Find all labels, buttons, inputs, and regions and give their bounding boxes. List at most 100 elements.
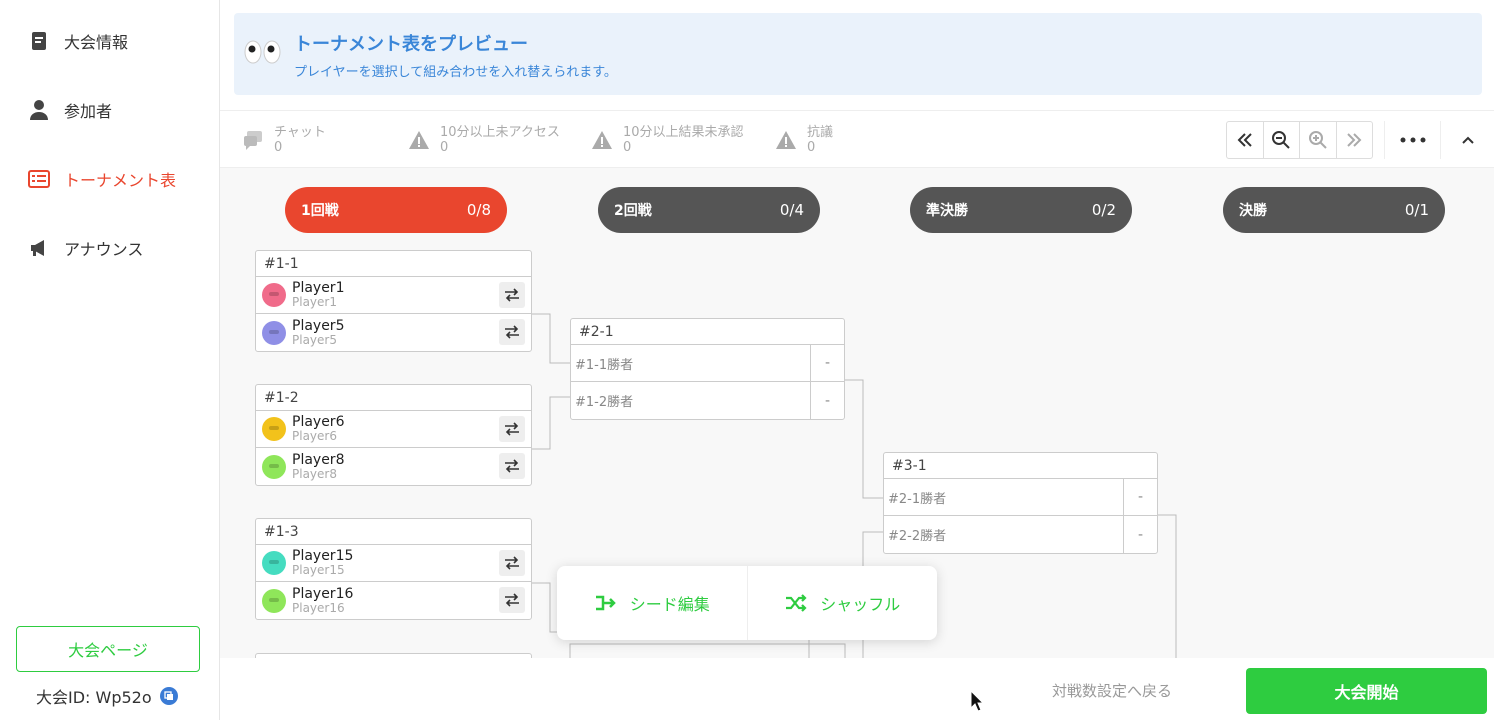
round-count: 0/2 bbox=[1091, 201, 1116, 219]
copy-icon[interactable] bbox=[159, 687, 178, 705]
round-header-1[interactable]: 1回戦 0/8 bbox=[285, 187, 507, 233]
winner-slot[interactable]: #1-1勝者 - bbox=[571, 345, 844, 382]
winner-slot[interactable]: #2-1勝者 - bbox=[884, 479, 1157, 516]
avatar bbox=[262, 551, 286, 575]
player-sub: Player6 bbox=[292, 429, 337, 443]
swap-button[interactable] bbox=[499, 319, 525, 345]
stat-value: 0 bbox=[440, 140, 449, 155]
round-name: 決勝 bbox=[1239, 203, 1267, 219]
slot-score: - bbox=[1123, 479, 1157, 515]
slot-score: - bbox=[810, 345, 844, 381]
swap-icon bbox=[505, 325, 519, 339]
player-slot[interactable]: Player5 Player5 bbox=[256, 314, 531, 351]
preview-banner: トーナメント表をプレビュー プレイヤーを選択して組み合わせを入れ替えられます。 bbox=[234, 13, 1482, 95]
seed-edit-icon bbox=[595, 595, 616, 611]
player-slot[interactable]: Player6 Player6 bbox=[256, 411, 531, 448]
sidebar: 大会情報 参加者 トーナメント表 アナウンス 大会ページ 大会ID: Wp52o bbox=[0, 0, 220, 720]
player-name: Player6 bbox=[292, 414, 345, 430]
bracket-icon bbox=[28, 168, 50, 190]
shuffle-button[interactable]: シャッフル bbox=[748, 566, 938, 640]
player-slot[interactable]: Player16 Player16 bbox=[256, 582, 531, 619]
player-sub: Player1 bbox=[292, 295, 337, 309]
zoom-out-button[interactable] bbox=[1264, 122, 1300, 158]
sidebar-item-bracket[interactable]: トーナメント表 bbox=[28, 164, 176, 194]
match-1-1: #1-1 Player1 Player1 Player5 Player5 bbox=[255, 250, 532, 352]
sidebar-item-label: 参加者 bbox=[64, 102, 113, 121]
swap-button[interactable] bbox=[499, 453, 525, 479]
player-name: Player16 bbox=[292, 585, 354, 602]
stat-unapproved[interactable]: 10分以上結果未承認 0 bbox=[591, 125, 744, 155]
stat-label: 10分以上結果未承認 bbox=[623, 125, 744, 140]
zoom-in-button[interactable] bbox=[1300, 122, 1337, 158]
stat-chat[interactable]: チャット 0 bbox=[242, 125, 326, 155]
player-name: Player5 bbox=[292, 317, 345, 334]
slot-score: - bbox=[1123, 516, 1157, 553]
match-id: #1-3 bbox=[256, 519, 531, 545]
slot-name: #1-2勝者 bbox=[575, 395, 634, 410]
winner-slot[interactable]: #2-2勝者 - bbox=[884, 516, 1157, 553]
match-id: #3-1 bbox=[884, 453, 1157, 479]
sidebar-item-participants[interactable]: 参加者 bbox=[28, 95, 112, 125]
slot-score: - bbox=[810, 382, 844, 419]
avatar bbox=[262, 588, 286, 613]
stat-no-access[interactable]: 10分以上未アクセス 0 bbox=[408, 125, 560, 155]
avatar bbox=[262, 417, 286, 441]
round-count: 0/1 bbox=[1404, 201, 1429, 219]
tournament-page-button[interactable]: 大会ページ bbox=[16, 626, 200, 672]
warning-icon bbox=[408, 129, 430, 151]
swap-button[interactable] bbox=[499, 416, 525, 442]
player-slot[interactable]: Player15 Player15 bbox=[256, 545, 531, 582]
player-sub: Player8 bbox=[292, 466, 337, 481]
round-name: 2回戦 bbox=[614, 203, 652, 219]
seed-edit-button[interactable]: シード編集 bbox=[557, 566, 748, 640]
start-tournament-button[interactable]: 大会開始 bbox=[1246, 668, 1487, 714]
seed-edit-label: シード編集 bbox=[629, 595, 710, 614]
swap-button[interactable] bbox=[499, 550, 525, 576]
mouse-cursor-icon bbox=[970, 690, 984, 712]
winner-slot[interactable]: #1-2勝者 - bbox=[571, 382, 844, 419]
round-count: 0/4 bbox=[779, 201, 804, 219]
scroll-right-button[interactable] bbox=[1337, 122, 1373, 158]
banner-subtitle: プレイヤーを選択して組み合わせを入れ替えられます。 bbox=[294, 65, 617, 80]
player-sub: Player16 bbox=[292, 600, 345, 615]
player-slot[interactable]: Player8 Player8 bbox=[256, 448, 531, 485]
player-name: Player8 bbox=[292, 451, 345, 468]
avatar bbox=[262, 320, 286, 345]
match-3-1: #3-1 #2-1勝者 - #2-2勝者 - bbox=[883, 452, 1158, 554]
back-to-match-settings-link[interactable]: 対戦数設定へ戻る bbox=[1052, 680, 1172, 701]
warning-icon bbox=[591, 129, 613, 151]
match-id: #2-1 bbox=[571, 319, 844, 345]
slot-name: #2-1勝者 bbox=[888, 491, 947, 507]
swap-icon bbox=[505, 422, 519, 436]
slot-name: #1-1勝者 bbox=[575, 357, 634, 373]
swap-icon bbox=[505, 593, 519, 607]
round-header-4[interactable]: 決勝 0/1 bbox=[1223, 187, 1445, 233]
stat-protest[interactable]: 抗議 0 bbox=[775, 125, 833, 155]
double-chevron-left-icon bbox=[1237, 133, 1252, 147]
tournament-id-label: 大会ID: Wp52o bbox=[36, 688, 152, 707]
sidebar-item-info[interactable]: 大会情報 bbox=[28, 26, 128, 56]
double-chevron-right-icon bbox=[1347, 133, 1362, 147]
player-slot[interactable]: Player1 Player1 bbox=[256, 277, 531, 314]
more-options-button[interactable] bbox=[1384, 121, 1440, 159]
scroll-left-button[interactable] bbox=[1227, 122, 1264, 158]
swap-button[interactable] bbox=[499, 587, 525, 613]
stat-label: 10分以上未アクセス bbox=[440, 125, 560, 140]
swap-button[interactable] bbox=[499, 282, 525, 308]
bracket-actions-popup: シード編集 シャッフル bbox=[557, 566, 937, 640]
zoom-controls bbox=[1226, 121, 1373, 159]
sidebar-item-label: アナウンス bbox=[64, 240, 144, 259]
collapse-button[interactable] bbox=[1440, 121, 1494, 159]
round-header-3[interactable]: 準決勝 0/2 bbox=[910, 187, 1132, 233]
status-toolbar: チャット 0 10分以上未アクセス 0 10分以上結果未承認 0 抗議 0 bbox=[220, 110, 1494, 168]
sidebar-item-label: 大会情報 bbox=[64, 33, 129, 52]
sidebar-item-announce[interactable]: アナウンス bbox=[28, 233, 143, 263]
match-1-2: #1-2 Player6 Player6 Player8 Player8 bbox=[255, 384, 532, 486]
round-name: 準決勝 bbox=[926, 203, 968, 219]
round-count: 0/8 bbox=[466, 201, 491, 219]
round-header-2[interactable]: 2回戦 0/4 bbox=[598, 187, 820, 233]
stat-label: チャット bbox=[274, 125, 326, 140]
player-sub: Player5 bbox=[292, 332, 337, 347]
zoom-out-icon bbox=[1272, 131, 1290, 149]
swap-icon bbox=[505, 459, 519, 473]
